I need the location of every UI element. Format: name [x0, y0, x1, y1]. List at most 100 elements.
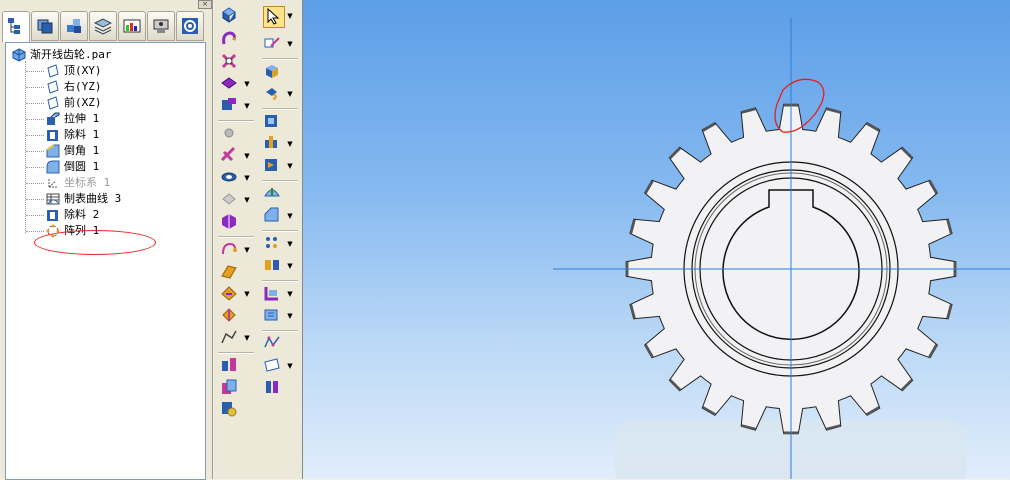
tab-assembly[interactable]: [60, 11, 88, 41]
feature-tree: 渐开线齿轮.par 顶(XY) 右(YZ) 前(XZ) 拉伸 1 除料 1 倒角…: [5, 42, 206, 480]
rib-button[interactable]: [220, 96, 240, 116]
tree-item-top-plane[interactable]: 顶(XY): [46, 63, 102, 79]
offset-button[interactable]: [263, 306, 283, 326]
tab-settings[interactable]: [176, 11, 204, 41]
round-icon: [46, 160, 60, 174]
web-network-button[interactable]: [220, 168, 240, 188]
extrude-feature-button[interactable]: [263, 62, 283, 82]
curve-dropdown[interactable]: ▼: [244, 328, 250, 348]
web-network-dropdown[interactable]: ▼: [244, 168, 250, 188]
normal-protrusion-button[interactable]: [220, 306, 240, 326]
thread-button[interactable]: [263, 156, 283, 176]
tree-item-cutout-1[interactable]: 除料 1: [46, 127, 99, 143]
revolve-feature-button[interactable]: [263, 84, 283, 104]
layers-icon: [94, 18, 112, 35]
tree-item-label: 坐标系 1: [64, 176, 111, 189]
tree-root-label: 渐开线齿轮.par: [30, 48, 112, 61]
point-icon: [224, 128, 234, 138]
rib-dropdown[interactable]: ▼: [244, 96, 250, 116]
tree-root-item[interactable]: 渐开线齿轮.par: [12, 47, 112, 63]
thread-dropdown[interactable]: ▼: [287, 156, 293, 176]
surface-curve-icon: [264, 336, 280, 348]
hole-icon: [221, 53, 237, 69]
swept-dropdown[interactable]: ▼: [244, 240, 250, 260]
thin-region-button[interactable]: [263, 284, 283, 304]
mirror-feature-button[interactable]: [263, 256, 283, 276]
3d-viewport[interactable]: [303, 0, 1010, 479]
surface-button[interactable]: [263, 356, 283, 376]
sketch-dropdown[interactable]: ▼: [287, 34, 293, 54]
lofted-protrusion-button[interactable]: [220, 262, 240, 282]
mirror-feature-dropdown[interactable]: ▼: [287, 256, 293, 276]
split-button[interactable]: [263, 378, 283, 398]
swept-protrusion-button[interactable]: [220, 240, 240, 260]
tree-item-table-curve[interactable]: 制表曲线 3: [46, 191, 121, 207]
thin-region-dropdown[interactable]: ▼: [287, 284, 293, 304]
surface-icon: [264, 358, 280, 372]
cutout-icon: [47, 130, 58, 141]
tree-item-front-plane[interactable]: 前(XZ): [46, 95, 102, 111]
attach-button[interactable]: [220, 400, 240, 420]
mirror-button[interactable]: [220, 356, 240, 376]
extrude-icon: [47, 112, 60, 125]
toolbar-separator: [262, 58, 298, 60]
tab-parts-library[interactable]: [31, 11, 59, 41]
tree-item-round[interactable]: 倒圆 1: [46, 159, 99, 175]
plane-icon: [47, 80, 59, 94]
round-feature-icon: [264, 188, 280, 197]
revolve-feature-dropdown[interactable]: ▼: [287, 84, 293, 104]
tree-item-chamfer[interactable]: 倒角 1: [46, 143, 99, 159]
tree-item-coordinate-system[interactable]: 坐标系 1: [46, 175, 110, 191]
vent-button[interactable]: [220, 212, 240, 232]
point-button[interactable]: [220, 124, 240, 144]
copy-part-button[interactable]: [220, 378, 240, 398]
cutout-feature-icon: [265, 115, 277, 127]
hole-feature-button[interactable]: [263, 134, 283, 154]
red-annotation-ellipse: [34, 230, 156, 255]
draft-dropdown[interactable]: ▼: [244, 146, 250, 166]
helical-dropdown[interactable]: ▼: [244, 284, 250, 304]
protrusion-button[interactable]: [220, 6, 240, 26]
chamfer-feature-button[interactable]: [263, 206, 283, 226]
select-tool-button[interactable]: [263, 6, 285, 28]
pattern-feature-dropdown[interactable]: ▼: [287, 234, 293, 254]
tab-sensors[interactable]: [118, 11, 146, 41]
toolbar-separator: [218, 352, 254, 354]
surface-curve-button[interactable]: [263, 334, 283, 354]
panel-top-strip: ×: [0, 0, 212, 9]
coordinate-system-icon: [48, 178, 58, 188]
round-feature-button[interactable]: [263, 184, 283, 204]
pattern-feature-button[interactable]: [263, 234, 283, 254]
sketch-curve-button[interactable]: [220, 328, 240, 348]
hole-feature-dropdown[interactable]: ▼: [287, 134, 293, 154]
sketch-button[interactable]: [263, 34, 283, 54]
toolbar-separator: [262, 280, 298, 282]
tree-item-extrude[interactable]: 拉伸 1: [46, 111, 99, 127]
lip-button[interactable]: [220, 190, 240, 210]
lip-dropdown[interactable]: ▼: [244, 190, 250, 210]
surface-dropdown[interactable]: ▼: [287, 356, 293, 376]
select-tool-dropdown[interactable]: ▼: [287, 6, 293, 26]
thin-wall-button[interactable]: [220, 74, 240, 94]
sketch-icon: [264, 37, 280, 48]
chamfer-feature-dropdown[interactable]: ▼: [287, 206, 293, 226]
helical-protrusion-button[interactable]: [220, 284, 240, 304]
tree-item-cutout-2[interactable]: 除料 2: [46, 207, 99, 223]
tab-feature-pathfinder[interactable]: [2, 11, 30, 43]
panel-close-icon[interactable]: ×: [198, 0, 212, 9]
offset-dropdown[interactable]: ▼: [287, 306, 293, 326]
tree-item-right-plane[interactable]: 右(YZ): [46, 79, 102, 95]
draft-button[interactable]: [220, 146, 240, 166]
settings-icon: [182, 18, 198, 34]
revolve-button[interactable]: [220, 30, 240, 50]
hole-button[interactable]: [220, 52, 240, 72]
normal-protrusion-icon: [222, 308, 236, 322]
tab-layers[interactable]: [89, 11, 117, 41]
tree-item-label: 拉伸 1: [64, 112, 100, 125]
cutout-feature-button[interactable]: [263, 112, 283, 132]
swept-icon: [222, 242, 237, 255]
tree-item-label: 右(YZ): [64, 80, 102, 93]
rib-icon: [222, 98, 236, 110]
tab-view-manager[interactable]: [147, 11, 175, 41]
thin-wall-dropdown[interactable]: ▼: [244, 74, 250, 94]
